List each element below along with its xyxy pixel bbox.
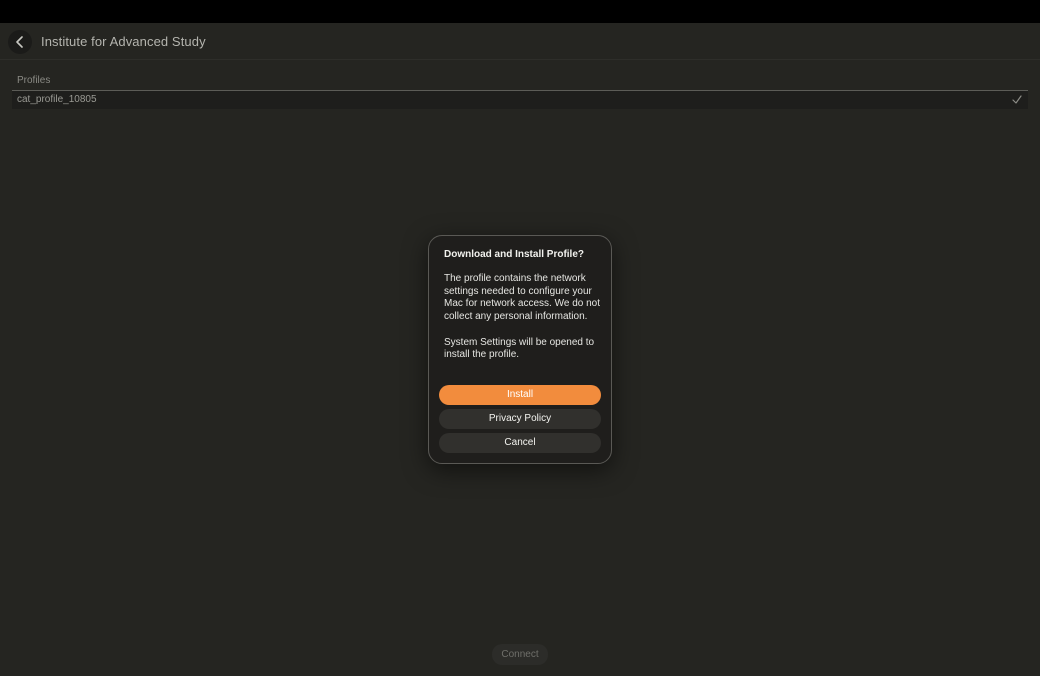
page-title: Institute for Advanced Study xyxy=(41,34,206,49)
profile-name: cat_profile_10805 xyxy=(17,94,97,105)
install-profile-dialog: Download and Install Profile? The profil… xyxy=(428,235,612,464)
screen: Institute for Advanced Study Profiles ca… xyxy=(0,0,1040,676)
dialog-message: The profile contains the network setting… xyxy=(444,273,604,362)
chevron-left-icon xyxy=(15,36,25,48)
checkmark-icon xyxy=(1012,95,1022,104)
menu-bar-area xyxy=(0,0,1040,23)
back-button[interactable] xyxy=(8,30,32,54)
dialog-title: Download and Install Profile? xyxy=(444,249,585,260)
header-bar: Institute for Advanced Study xyxy=(0,23,1040,60)
cancel-button[interactable]: Cancel xyxy=(439,433,601,453)
dialog-paragraph: The profile contains the network setting… xyxy=(444,273,600,323)
privacy-policy-button[interactable]: Privacy Policy xyxy=(439,409,601,429)
connect-button[interactable]: Connect xyxy=(492,644,548,665)
profile-list-item[interactable]: cat_profile_10805 xyxy=(12,91,1028,109)
dialog-paragraph: System Settings will be opened to instal… xyxy=(444,336,595,361)
install-button[interactable]: Install xyxy=(439,385,601,405)
app-window: Institute for Advanced Study Profiles ca… xyxy=(0,23,1040,676)
profiles-section-label: Profiles xyxy=(17,75,51,86)
